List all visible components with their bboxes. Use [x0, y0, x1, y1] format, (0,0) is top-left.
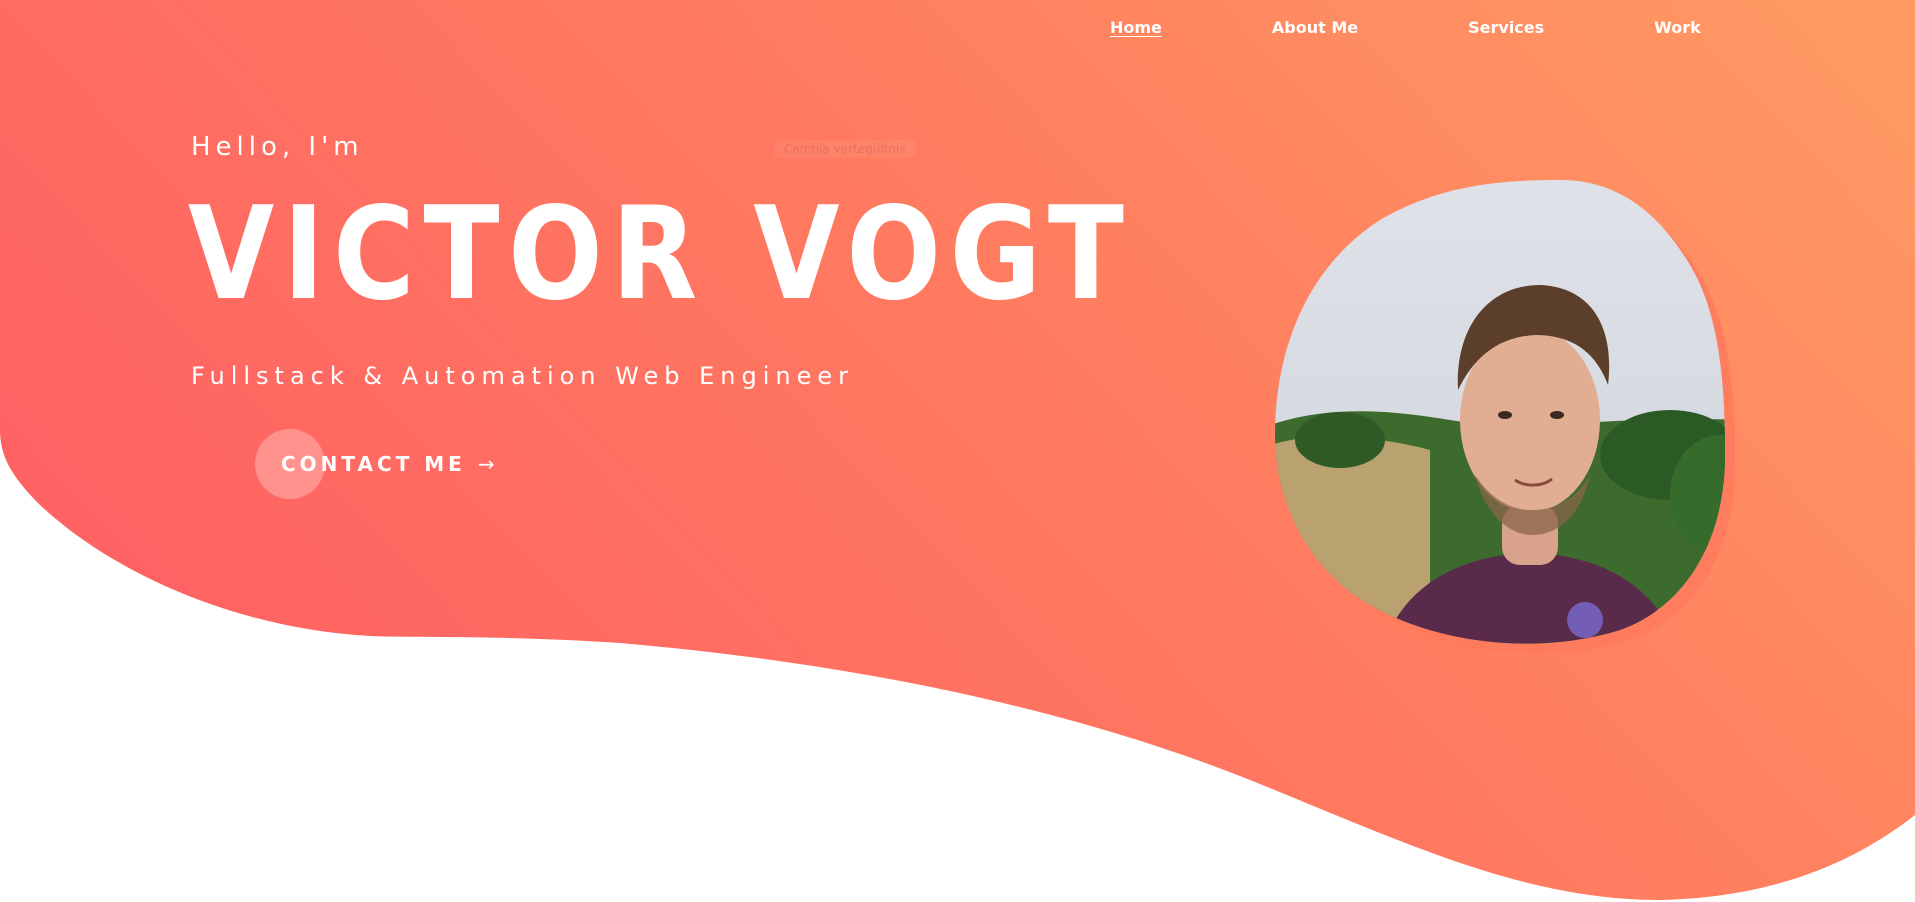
main-nav: Home About Me Services Work	[1110, 18, 1701, 37]
hero-name: VICTOR VOGT	[188, 180, 1133, 329]
nav-link-home[interactable]: Home	[1110, 18, 1162, 37]
hero-greeting: Hello, I'm	[191, 132, 364, 162]
arrow-right-icon: →	[477, 452, 495, 476]
nav-link-about-me[interactable]: About Me	[1272, 18, 1358, 37]
faded-overlay-text: Cambia vertegültnis	[774, 140, 916, 158]
profile-photo	[1275, 180, 1735, 654]
nav-link-services[interactable]: Services	[1468, 18, 1544, 37]
hero-subtitle: Fullstack & Automation Web Engineer	[191, 362, 854, 390]
contact-me-button[interactable]: CONTACT ME →	[255, 429, 495, 499]
nav-link-work[interactable]: Work	[1654, 18, 1701, 37]
cta-label: CONTACT ME	[281, 452, 466, 476]
